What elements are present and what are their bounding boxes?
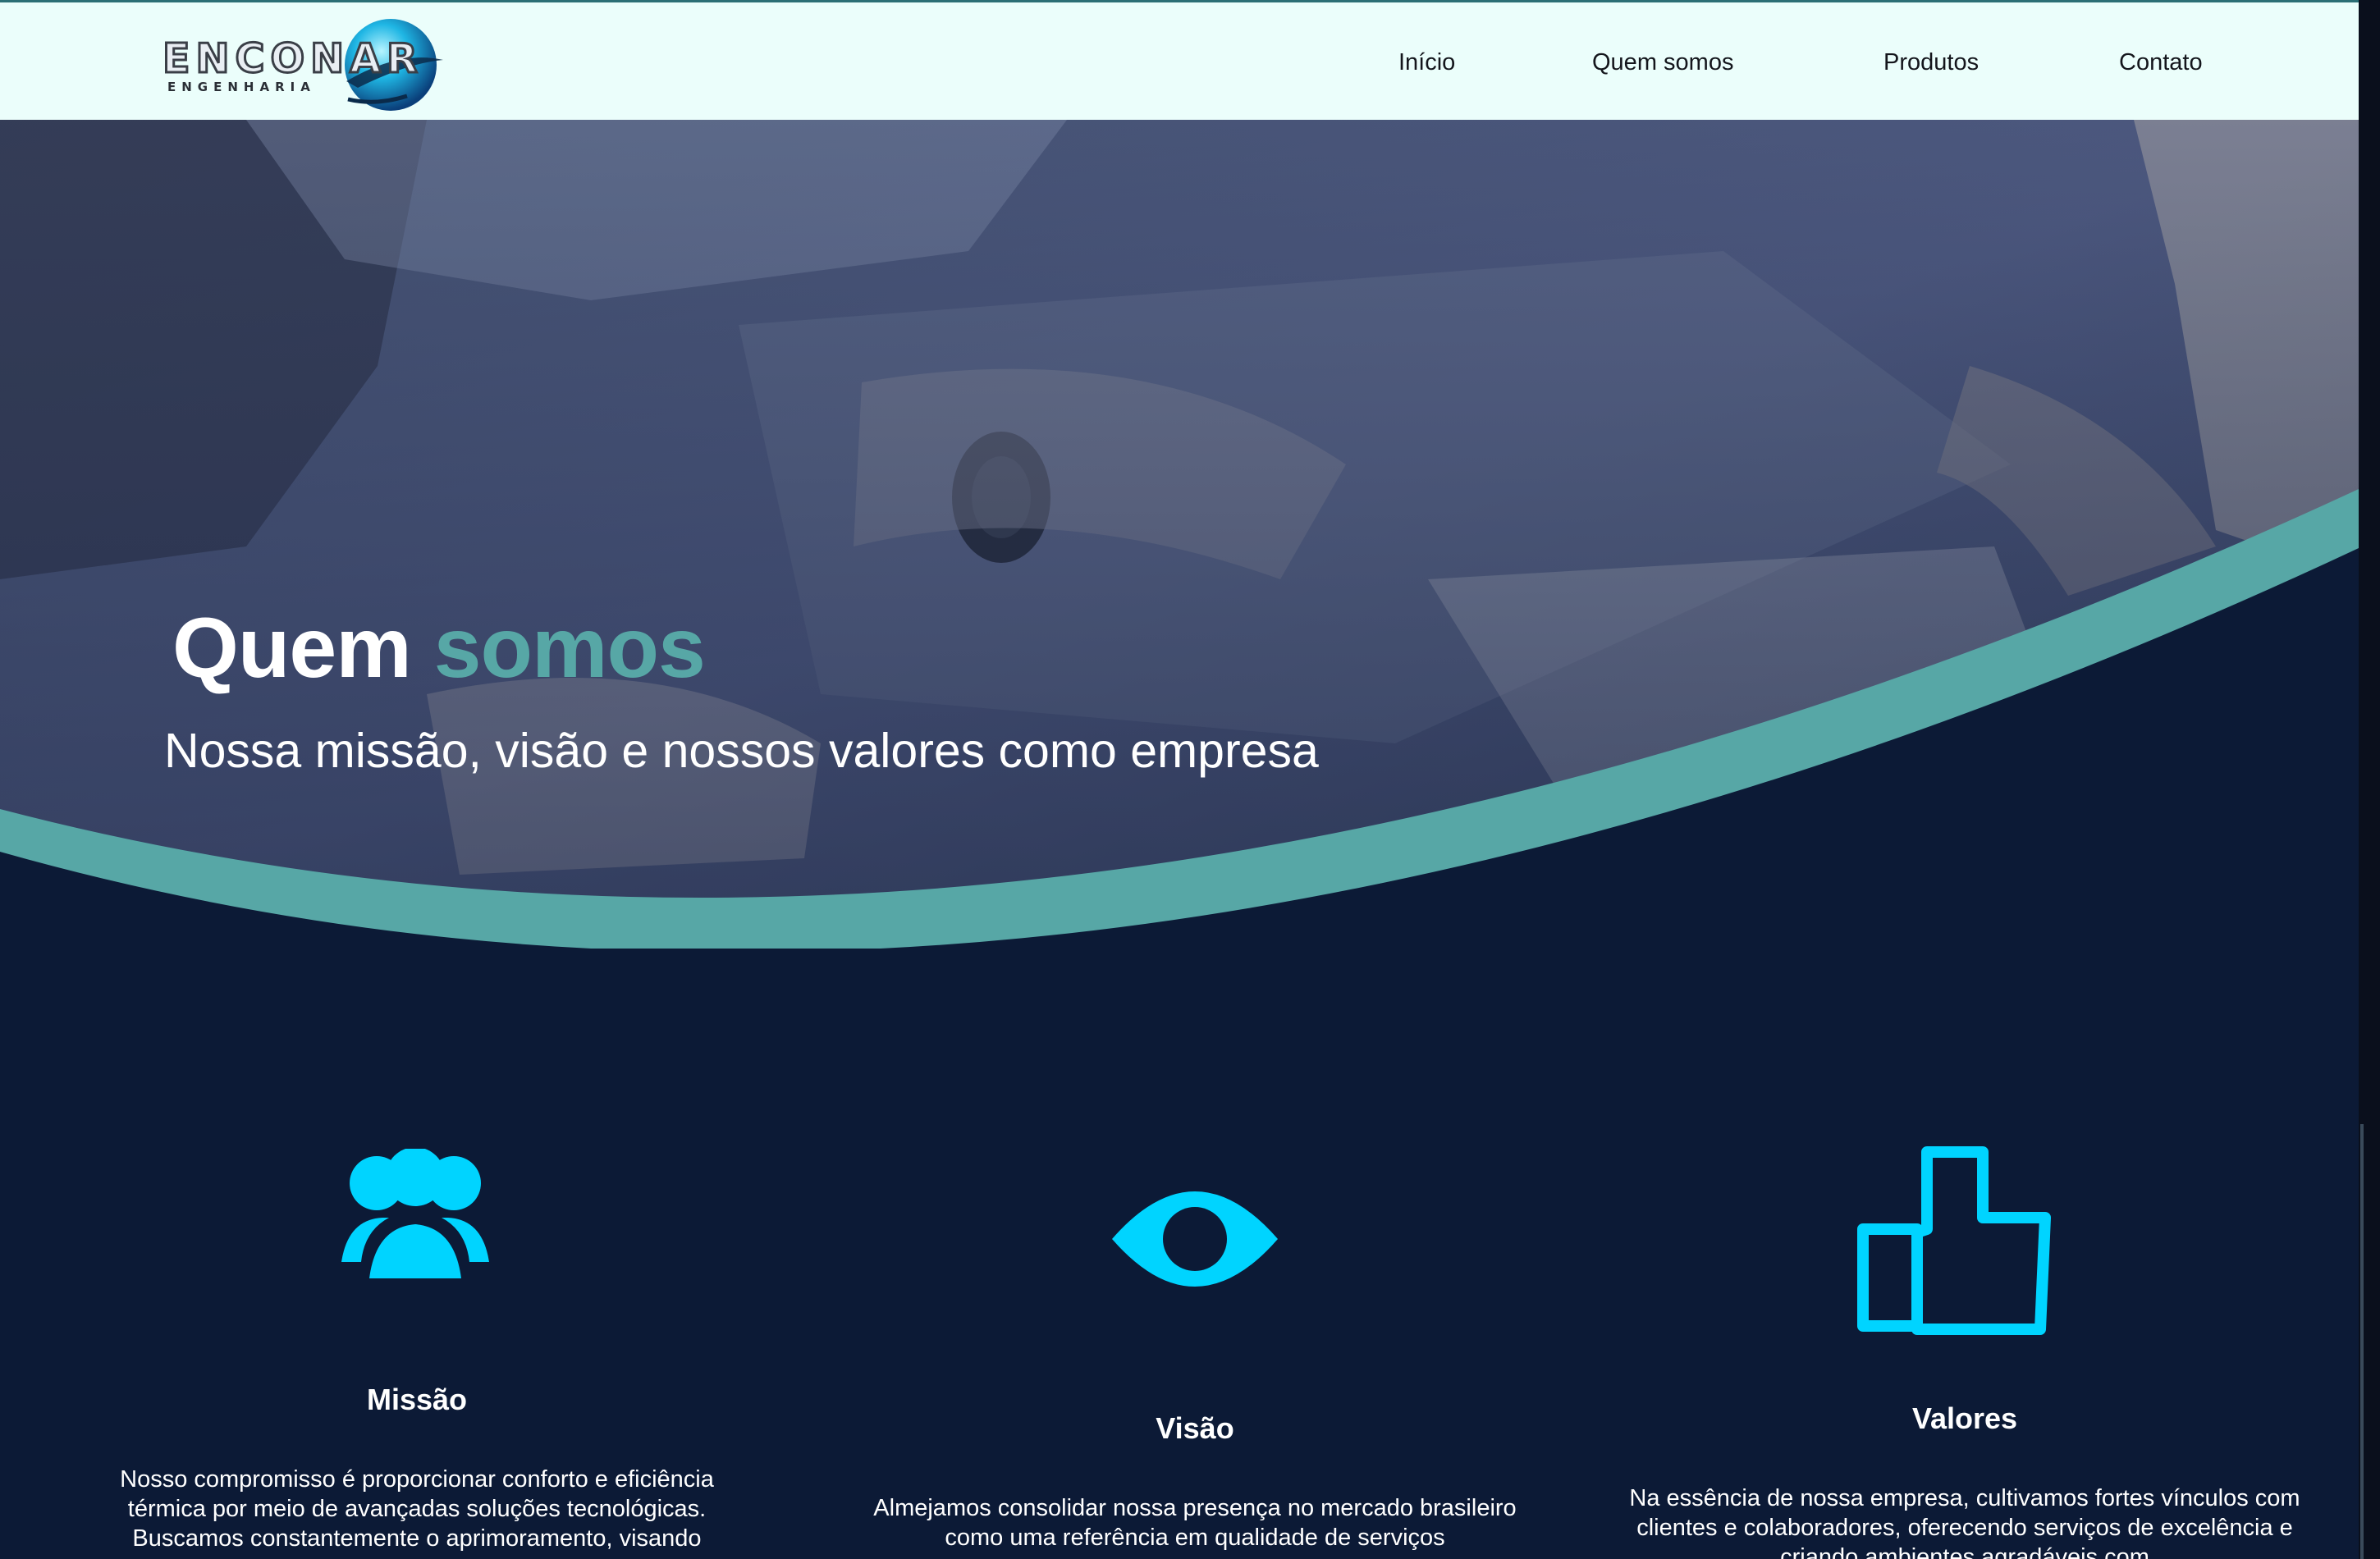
- page-subtitle: Nossa missão, visão e nossos valores com…: [164, 724, 1319, 778]
- visao-text: Almejamos consolidar nossa presença no m…: [873, 1495, 1517, 1551]
- eye-icon: [1112, 1180, 1278, 1298]
- scrollbar-track[interactable]: [2360, 1124, 2364, 1559]
- nav-link-produtos[interactable]: Produtos: [1883, 49, 1979, 76]
- main-nav: Início Quem somos Produtos Contato: [0, 2, 2359, 122]
- valores-section: Valores Na essência de nossa empresa, cu…: [1609, 1401, 2321, 1559]
- visao-title: Visão: [1156, 1411, 1234, 1445]
- nav-link-contato[interactable]: Contato: [2119, 49, 2203, 76]
- visao-section: Visão Almejamos consolidar nossa presenç…: [829, 1411, 1561, 1552]
- page-title: Quem somos: [172, 600, 706, 697]
- title-main: Quem: [172, 601, 412, 696]
- valores-title: Valores: [1911, 1401, 2018, 1435]
- missao-title: Missão: [366, 1383, 468, 1416]
- hero-background-photo: [0, 120, 2359, 949]
- site-header: ENCONAR ENGENHARIA Início Quem somos Pro…: [0, 0, 2359, 120]
- valores-text: Na essência de nossa empresa, cultivamos…: [1629, 1485, 2300, 1559]
- nav-link-inicio[interactable]: Início: [1398, 49, 1455, 76]
- thumbs-up-icon: [1856, 1141, 2053, 1337]
- title-accent: somos: [433, 601, 706, 696]
- page: ENCONAR ENGENHARIA Início Quem somos Pro…: [0, 0, 2380, 1559]
- hero-banner: Quem somos Nossa missão, visão e nossos …: [0, 120, 2359, 949]
- missao-text: Nosso compromisso é proporcionar confort…: [120, 1466, 714, 1552]
- missao-section: Missão Nosso compromisso é proporcionar …: [57, 1383, 776, 1553]
- window-edge: [2359, 0, 2380, 1559]
- team-icon: [340, 1147, 491, 1278]
- nav-link-quem-somos[interactable]: Quem somos: [1592, 49, 1733, 76]
